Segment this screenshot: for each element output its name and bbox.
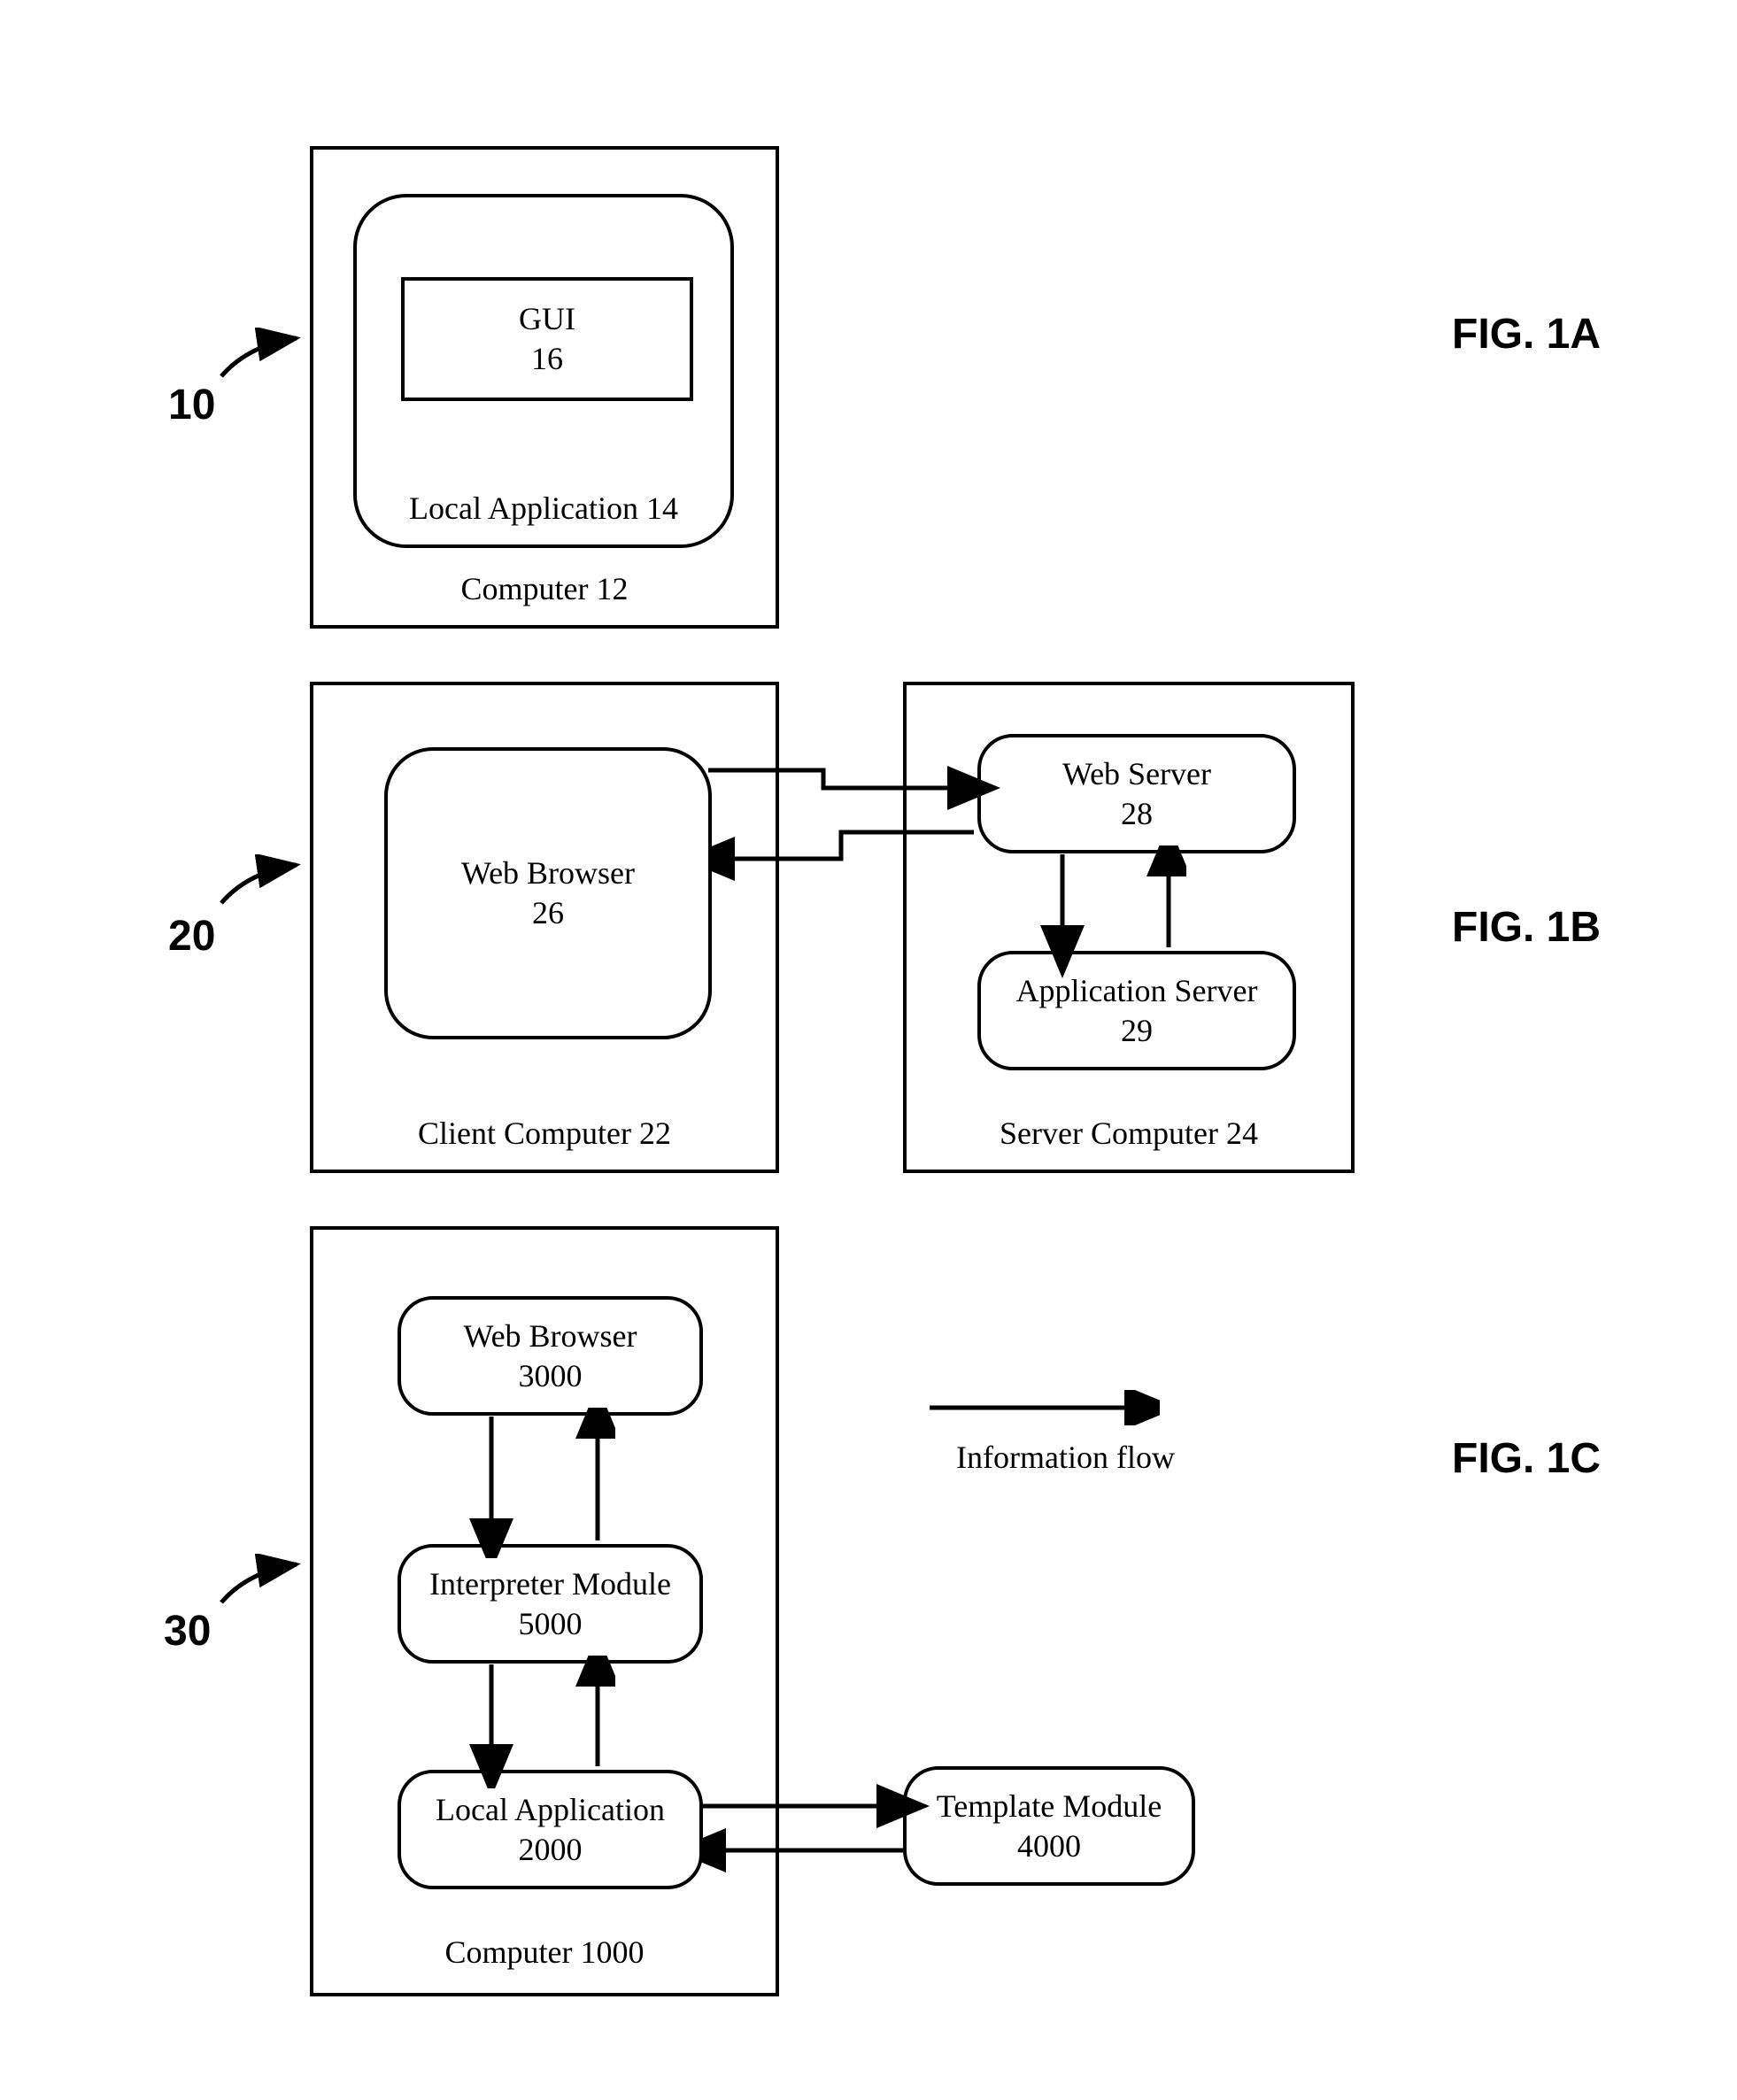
local-app-label: Local Application 14: [357, 490, 730, 527]
fig-1c-ref: 30: [164, 1607, 211, 1656]
interpreter-5000-l1: Interpreter Module: [429, 1564, 671, 1604]
server-computer-label: Server Computer 24: [907, 1115, 1351, 1152]
fig-1a-local-app-box: GUI 16 Local Application 14: [353, 194, 734, 548]
fig-1a-ref-arrow: [212, 328, 319, 390]
web-server-28-l2: 28: [1121, 794, 1153, 834]
gui-label-1: GUI: [519, 299, 575, 339]
template-4000-l1: Template Module: [937, 1787, 1162, 1826]
web-server-28-l1: Web Server: [1062, 754, 1211, 794]
local-app-2000-l2: 2000: [519, 1830, 583, 1870]
fig-1c-arrows-bottom: [438, 1656, 615, 1788]
app-server-29-l2: 29: [1121, 1011, 1153, 1051]
computer-12-label: Computer 12: [313, 570, 776, 607]
fig-1a-title: FIG. 1A: [1452, 310, 1601, 359]
web-browser-26-l1: Web Browser: [461, 853, 635, 893]
fig-1b-arrows-server-app: [1009, 845, 1186, 987]
fig-1c-title: FIG. 1C: [1452, 1434, 1601, 1483]
fig-1c-ref-arrow: [212, 1554, 319, 1616]
fig-1b-title: FIG. 1B: [1452, 903, 1601, 952]
client-computer-label: Client Computer 22: [313, 1115, 776, 1152]
fig-1b-ref-arrow: [212, 854, 319, 916]
local-app-2000-l1: Local Application: [436, 1790, 665, 1830]
template-4000-l2: 4000: [1017, 1826, 1081, 1866]
interpreter-5000-l2: 5000: [519, 1604, 583, 1644]
fig-1a-ref: 10: [168, 381, 215, 429]
fig-1b-ref: 20: [168, 912, 215, 961]
fig-1c-arrows-template: [699, 1780, 947, 1886]
page: FIG. 1A 10 GUI 16 Local Application 14 C…: [0, 0, 1737, 2100]
fig-1a-gui-box: GUI 16: [401, 277, 693, 401]
legend-arrow: [930, 1390, 1160, 1425]
web-browser-3000-box: Web Browser 3000: [398, 1296, 703, 1416]
gui-label-2: 16: [531, 339, 563, 379]
web-browser-26-l2: 26: [532, 893, 564, 933]
web-browser-26-box: Web Browser 26: [384, 747, 712, 1039]
interpreter-5000-box: Interpreter Module 5000: [398, 1544, 703, 1664]
computer-1000-label: Computer 1000: [313, 1934, 776, 1971]
fig-1a-computer-box: GUI 16 Local Application 14 Computer 12: [310, 146, 779, 629]
web-browser-3000-l1: Web Browser: [463, 1316, 637, 1356]
fig-1c-arrows-top: [438, 1408, 615, 1558]
web-browser-3000-l2: 3000: [519, 1356, 583, 1396]
legend-text: Information flow: [956, 1439, 1175, 1476]
